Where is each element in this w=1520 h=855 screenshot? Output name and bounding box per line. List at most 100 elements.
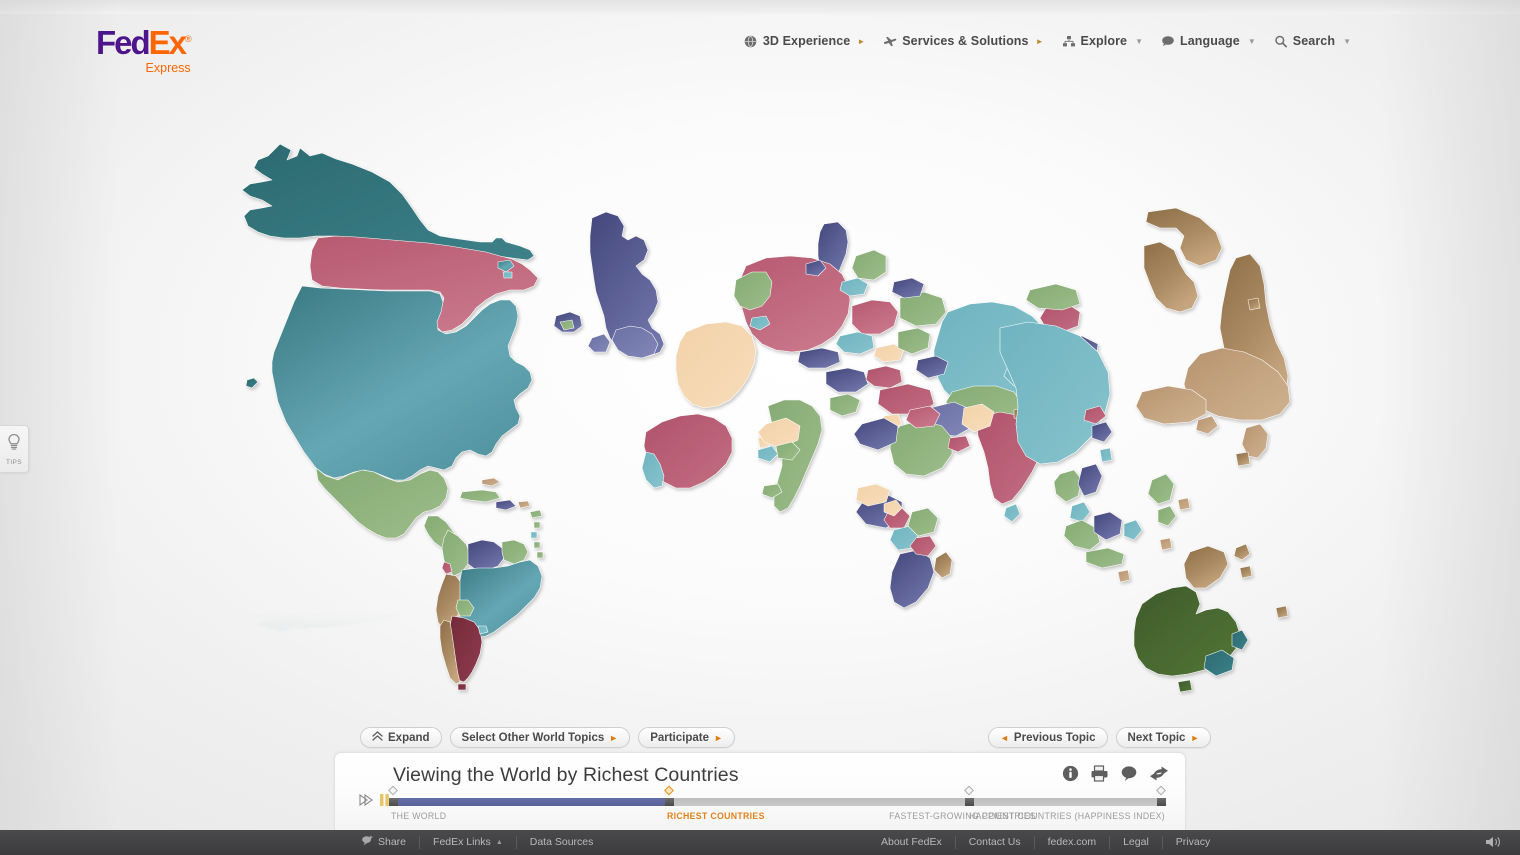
- region-south-africa: [889, 549, 935, 609]
- chevron-down-icon: ▼: [1247, 36, 1256, 46]
- region-madagascar: [933, 551, 953, 579]
- region-malaysia: [1069, 501, 1091, 523]
- region-pacific-island-f: [1177, 497, 1191, 511]
- sitemap-icon: [1062, 34, 1076, 48]
- region-puerto-rico: [517, 500, 531, 509]
- topic-timeline-slider[interactable]: THE WORLD RICHEST COUNTRIES FASTEST-GROWIN…: [388, 785, 1166, 822]
- region-balkans-a: [825, 367, 869, 393]
- region-lesser-antilles-d: [533, 541, 541, 549]
- region-balkans-b: [865, 365, 903, 389]
- panel-title: Viewing the World by Richest Countries: [393, 764, 739, 786]
- region-guyanas: [501, 539, 529, 565]
- participate-button[interactable]: Participate ►: [638, 727, 735, 748]
- region-philippines-b: [1157, 505, 1177, 527]
- arrow-left-icon: ◄: [1000, 732, 1009, 743]
- next-topic-button[interactable]: Next Topic ►: [1115, 727, 1212, 748]
- region-czech: [835, 331, 875, 355]
- top-navigation: 3D Experience ► Services & Solutions ► E…: [735, 31, 1360, 51]
- print-icon[interactable]: [1090, 765, 1109, 782]
- nav-item-language[interactable]: Language ▼: [1152, 31, 1265, 51]
- footer-about-fedex[interactable]: About FedEx: [868, 836, 956, 849]
- select-topics-label: Select Other World Topics: [461, 731, 605, 744]
- lightbulb-icon: [7, 433, 21, 457]
- info-icon[interactable]: [1062, 765, 1079, 782]
- map-controls-right: ◄ Previous Topic Next Topic ►: [988, 727, 1212, 748]
- chevrons-up-icon: [372, 731, 383, 744]
- nav-item-3d-experience[interactable]: 3D Experience ►: [735, 31, 874, 51]
- logo-ex-text: Ex: [148, 24, 187, 61]
- region-siberia-f: [1025, 283, 1081, 311]
- timeline-stop-label[interactable]: THE WORLD: [391, 811, 446, 822]
- region-belarus: [891, 277, 925, 299]
- map-controls-row: Expand Select Other World Topics ► Parti…: [0, 727, 1520, 751]
- comment-icon[interactable]: [1120, 765, 1138, 782]
- nav-label-explore: Explore: [1080, 34, 1128, 48]
- next-topic-label: Next Topic: [1127, 731, 1186, 744]
- region-bahamas: [481, 477, 501, 487]
- fedex-logo[interactable]: FedEx® Express: [96, 26, 192, 75]
- nav-label-search: Search: [1292, 34, 1336, 48]
- nav-item-explore[interactable]: Explore ▼: [1053, 31, 1152, 51]
- share-bubble-icon: [361, 835, 373, 850]
- footer-data-sources-label: Data Sources: [529, 836, 594, 848]
- region-japan-island-small: [1235, 451, 1251, 467]
- logo-fed-text: Fed: [96, 24, 151, 61]
- footer-share-button[interactable]: Share: [348, 835, 421, 850]
- region-france: [675, 321, 757, 409]
- region-tierra-del-fuego: [457, 683, 467, 691]
- site-header: FedEx® Express 3D Experience ► Services …: [0, 0, 1520, 80]
- timeline-stop-marker[interactable]: [389, 798, 398, 806]
- region-philippines-a: [1147, 473, 1175, 505]
- region-thailand: [1053, 469, 1083, 503]
- chevron-down-icon: ▼: [1343, 36, 1351, 46]
- footer-fedex-com[interactable]: fedex.com: [1035, 836, 1111, 849]
- speaker-icon[interactable]: [1484, 835, 1504, 852]
- timeline-stop-marker[interactable]: [665, 798, 675, 806]
- nav-item-search[interactable]: Search ▼: [1265, 31, 1360, 51]
- region-lesser-antilles-b: [533, 521, 541, 529]
- region-pacific-island-e: [1117, 569, 1131, 583]
- timeline-stop-label[interactable]: RICHEST COUNTRIES: [667, 811, 765, 822]
- region-taiwan: [1099, 447, 1113, 463]
- nav-label-3d-experience: 3D Experience: [762, 34, 851, 48]
- footer-share-label: Share: [378, 836, 407, 848]
- region-lesser-antilles-a: [529, 509, 543, 519]
- footer-privacy[interactable]: Privacy: [1163, 836, 1223, 849]
- speech-bubble-icon: [1161, 34, 1175, 48]
- region-pacific-island-d: [1159, 537, 1173, 551]
- region-lesser-antilles-c: [530, 531, 538, 539]
- region-japan-shikoku: [1195, 415, 1219, 435]
- region-austria: [797, 347, 841, 369]
- footer-legal-label: Legal: [1123, 836, 1149, 848]
- select-other-world-topics-button[interactable]: Select Other World Topics ►: [449, 727, 631, 748]
- logo-registered-mark: ®: [185, 34, 192, 44]
- footer-legal[interactable]: Legal: [1110, 836, 1163, 849]
- timeline-stop-marker[interactable]: [1157, 798, 1166, 806]
- share-icon[interactable]: [1149, 765, 1169, 782]
- previous-topic-label: Previous Topic: [1013, 731, 1096, 744]
- nav-item-services-solutions[interactable]: Services & Solutions ►: [874, 31, 1052, 51]
- footer-fedexcom-label: fedex.com: [1047, 836, 1097, 848]
- region-indonesia-sulawesi: [1123, 519, 1143, 541]
- region-finland: [851, 249, 887, 281]
- world-cartogram-map[interactable]: [0, 60, 1520, 720]
- timeline-diamond-marker: [664, 785, 675, 796]
- previous-topic-button[interactable]: ◄ Previous Topic: [988, 727, 1108, 748]
- site-footer: Share FedEx Links ▲ Data Sources About F…: [0, 830, 1520, 855]
- region-united-states: [271, 285, 533, 481]
- region-pacific-island-c: [1275, 605, 1289, 619]
- timeline-stop-marker[interactable]: [965, 798, 974, 806]
- expand-button[interactable]: Expand: [360, 727, 442, 748]
- tips-tab[interactable]: TIPS: [0, 425, 29, 473]
- footer-fedex-links[interactable]: FedEx Links ▲: [420, 836, 517, 849]
- region-vietnam: [1077, 463, 1103, 497]
- arrow-right-icon: ►: [714, 732, 723, 743]
- play-icon[interactable]: [359, 793, 373, 807]
- region-morocco: [757, 445, 779, 463]
- region-cuba: [459, 489, 501, 503]
- footer-privacy-label: Privacy: [1175, 836, 1211, 848]
- footer-contact-us[interactable]: Contact Us: [956, 836, 1035, 849]
- footer-data-sources[interactable]: Data Sources: [517, 836, 607, 849]
- caret-up-icon: ▲: [495, 839, 503, 846]
- timeline-stop-label[interactable]: HAPPIEST COUNTRIES (HAPPINESS INDEX): [969, 811, 1165, 822]
